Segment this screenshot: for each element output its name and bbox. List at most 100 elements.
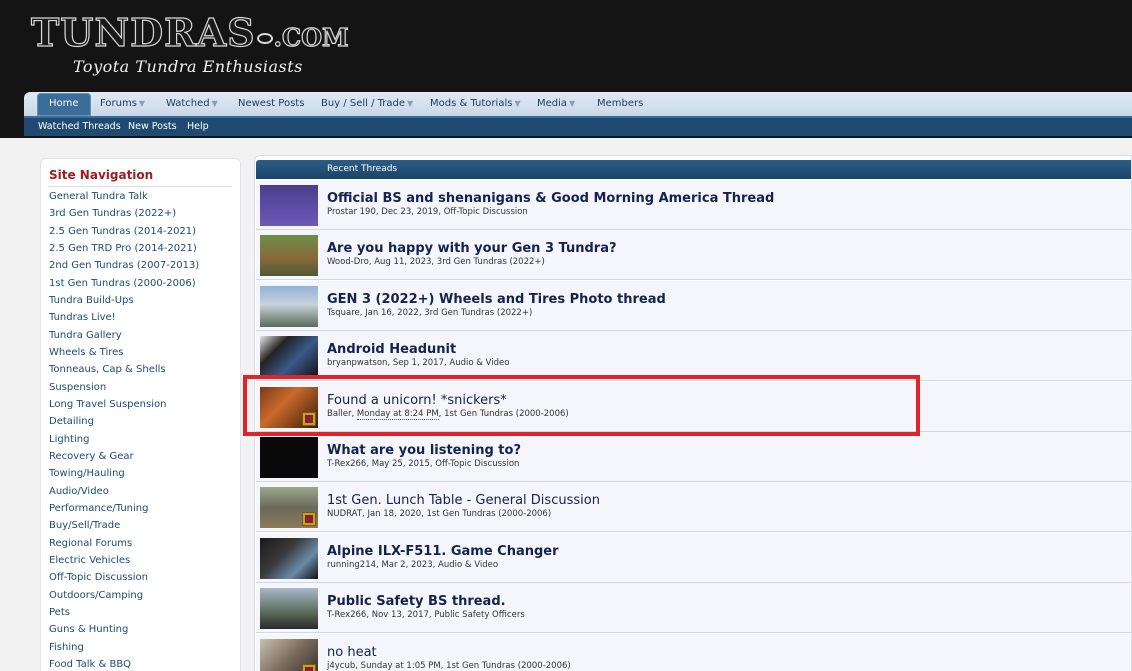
nav-media[interactable]: Media ▼	[537, 92, 575, 116]
thread-thumbnail[interactable]	[260, 537, 318, 579]
sidebar-item[interactable]: Long Travel Suspension	[49, 396, 199, 413]
sidebar-item[interactable]: Regional Forums	[49, 535, 199, 552]
thread-author[interactable]: bryanpwatson	[327, 358, 387, 368]
thread-title[interactable]: What are you listening to?	[327, 443, 521, 458]
thread-meta: bryanpwatson, Sep 1, 2017, Audio & Video	[327, 358, 510, 369]
thread-forum[interactable]: 3rd Gen Tundras (2022+)	[437, 257, 545, 267]
sidebar-item[interactable]: 2.5 Gen Tundras (2014-2021)	[49, 223, 199, 240]
sidebar-item[interactable]: Performance/Tuning	[49, 500, 199, 517]
thread-author[interactable]: Prostar 190	[327, 207, 376, 217]
sidebar-item[interactable]: Pets	[49, 604, 199, 621]
thread-thumbnail[interactable]	[260, 285, 318, 327]
thread-title[interactable]: no heat	[327, 645, 377, 660]
subnav-help[interactable]: Help	[187, 118, 209, 136]
thread-date: Sep 1, 2017	[392, 358, 444, 369]
toyota-emblem-icon	[256, 33, 273, 44]
nav-newest-posts[interactable]: Newest Posts	[238, 92, 304, 116]
sidebar-item[interactable]: Buy/Sell/Trade	[49, 517, 199, 534]
user-badge-icon	[302, 512, 316, 527]
thread-title[interactable]: Alpine ILX-F511. Game Changer	[327, 544, 559, 559]
main-nav: Home Forums ▼ Watched ▼ Newest Posts Buy /…	[24, 92, 1132, 116]
thread-thumbnail[interactable]	[260, 437, 318, 478]
sidebar-item[interactable]: Tundras Live!	[49, 309, 199, 326]
sidebar-item[interactable]: Tundra Gallery	[49, 327, 199, 344]
thread-forum[interactable]: Public Safety Officers	[434, 610, 524, 620]
nav-buy-sell-trade[interactable]: Buy / Sell / Trade ▼	[321, 92, 413, 116]
sidebar-item[interactable]: Tonneaus, Cap & Shells	[49, 361, 199, 378]
thread-title[interactable]: Official BS and shenanigans & Good Morni…	[327, 191, 774, 206]
sidebar-item[interactable]: Fishing	[49, 639, 199, 656]
sidebar-item[interactable]: Recovery & Gear	[49, 448, 199, 465]
sidebar-item[interactable]: Towing/Hauling	[49, 465, 199, 482]
thread-title[interactable]: Public Safety BS thread.	[327, 594, 506, 609]
thread-thumbnail[interactable]	[260, 235, 318, 277]
sidebar-item[interactable]: 3rd Gen Tundras (2022+)	[49, 205, 199, 222]
nav-mods-tutorials[interactable]: Mods & Tutorials ▼	[430, 92, 521, 116]
thread-author[interactable]: NUDRAT	[327, 509, 362, 519]
nav-members[interactable]: Members	[597, 92, 643, 116]
thread-title[interactable]: 1st Gen. Lunch Table - General Discussio…	[327, 493, 600, 508]
thread-forum[interactable]: 3rd Gen Tundras (2022+)	[424, 308, 532, 318]
sidebar-item[interactable]: Detailing	[49, 413, 199, 430]
subnav-watched-threads[interactable]: Watched Threads	[38, 118, 121, 136]
thread-author[interactable]: Wood-Dro	[327, 257, 369, 267]
thread-forum[interactable]: Audio & Video	[449, 358, 509, 368]
nav-home[interactable]: Home	[37, 93, 91, 116]
thread-author[interactable]: T-Rex266	[327, 610, 366, 620]
nav-watched-label: Watched	[166, 98, 210, 109]
thread-meta: Tsquare, Jan 16, 2022, 3rd Gen Tundras (…	[327, 307, 533, 318]
nav-forums-label: Forums	[100, 98, 137, 109]
sidebar-item[interactable]: Electric Vehicles	[49, 552, 199, 569]
sidebar-divider	[49, 186, 232, 187]
chevron-down-icon: ▼	[514, 99, 521, 108]
sidebar-item[interactable]: Suspension	[49, 379, 199, 396]
thread-thumbnail[interactable]	[260, 336, 318, 378]
sidebar-item[interactable]: Food Talk & BBQ	[49, 656, 199, 671]
thread-author[interactable]: Tsquare	[327, 308, 360, 318]
sidebar-item[interactable]: Guns & Hunting	[49, 621, 199, 638]
thread-forum[interactable]: 1st Gen Tundras (2000-2006)	[427, 509, 552, 519]
thread-thumbnail[interactable]	[260, 487, 318, 529]
sidebar-item[interactable]: Outdoors/Camping	[49, 587, 199, 604]
sidebar-item[interactable]: Tundra Build-Ups	[49, 292, 199, 309]
thread-author[interactable]: j4ycub	[327, 661, 355, 671]
thread-forum[interactable]: Audio & Video	[438, 560, 498, 570]
thread-meta: T-Rex266, Nov 13, 2017, Public Safety Of…	[327, 610, 525, 621]
thread-row: What are you listening to? T-Rex266, May …	[256, 432, 1131, 482]
nav-mods-tutorials-label: Mods & Tutorials	[430, 98, 513, 109]
subnav-new-posts[interactable]: New Posts	[128, 118, 177, 136]
thread-author[interactable]: T-Rex266	[327, 459, 366, 469]
thread-thumbnail[interactable]	[260, 638, 318, 671]
sidebar-item[interactable]: Lighting	[49, 431, 199, 448]
logo-suffix: COM	[281, 23, 349, 52]
nav-forums[interactable]: Forums ▼	[100, 92, 145, 116]
thread-date: Sunday at 1:05 PM	[360, 660, 441, 671]
thread-title[interactable]: Android Headunit	[327, 342, 456, 357]
thread-title[interactable]: Are you happy with your Gen 3 Tundra?	[327, 241, 617, 256]
sidebar-item[interactable]: 2.5 Gen TRD Pro (2014-2021)	[49, 240, 199, 257]
nav-watched[interactable]: Watched ▼	[166, 92, 218, 116]
thread-meta: running214, Mar 2, 2023, Audio & Video	[327, 559, 499, 570]
chevron-down-icon: ▼	[211, 99, 218, 108]
sidebar-item[interactable]: 1st Gen Tundras (2000-2006)	[49, 275, 199, 292]
thread-forum[interactable]: Off-Topic Discussion	[444, 207, 528, 217]
chevron-down-icon: ▼	[138, 99, 146, 108]
sidebar-item[interactable]: Audio/Video	[49, 483, 199, 500]
thread-row: Android Headunit bryanpwatson, Sep 1, 201…	[256, 331, 1131, 382]
sidebar-item[interactable]: Off-Topic Discussion	[49, 569, 199, 586]
chevron-down-icon: ▼	[569, 99, 576, 108]
thread-thumbnail[interactable]	[260, 185, 318, 226]
thread-thumbnail[interactable]	[260, 588, 318, 630]
thread-meta: T-Rex266, May 25, 2015, Off-Topic Discus…	[327, 459, 520, 469]
thread-author[interactable]: running214	[327, 560, 376, 570]
thread-date: Mar 2, 2023	[381, 559, 433, 570]
sidebar-item[interactable]: General Tundra Talk	[49, 188, 199, 205]
site-logo[interactable]: TUNDRAS .COM	[30, 13, 349, 52]
thread-title[interactable]: GEN 3 (2022+) Wheels and Tires Photo thr…	[327, 292, 666, 307]
sidebar-item[interactable]: 2nd Gen Tundras (2007-2013)	[49, 257, 199, 274]
sidebar-item[interactable]: Wheels & Tires	[49, 344, 199, 361]
thread-row: Alpine ILX-F511. Game Changer running214,…	[256, 532, 1131, 583]
thread-forum[interactable]: 1st Gen Tundras (2000-2006)	[446, 661, 571, 671]
thread-meta: Wood-Dro, Aug 11, 2023, 3rd Gen Tundras …	[327, 257, 545, 268]
thread-forum[interactable]: Off-Topic Discussion	[435, 459, 519, 469]
